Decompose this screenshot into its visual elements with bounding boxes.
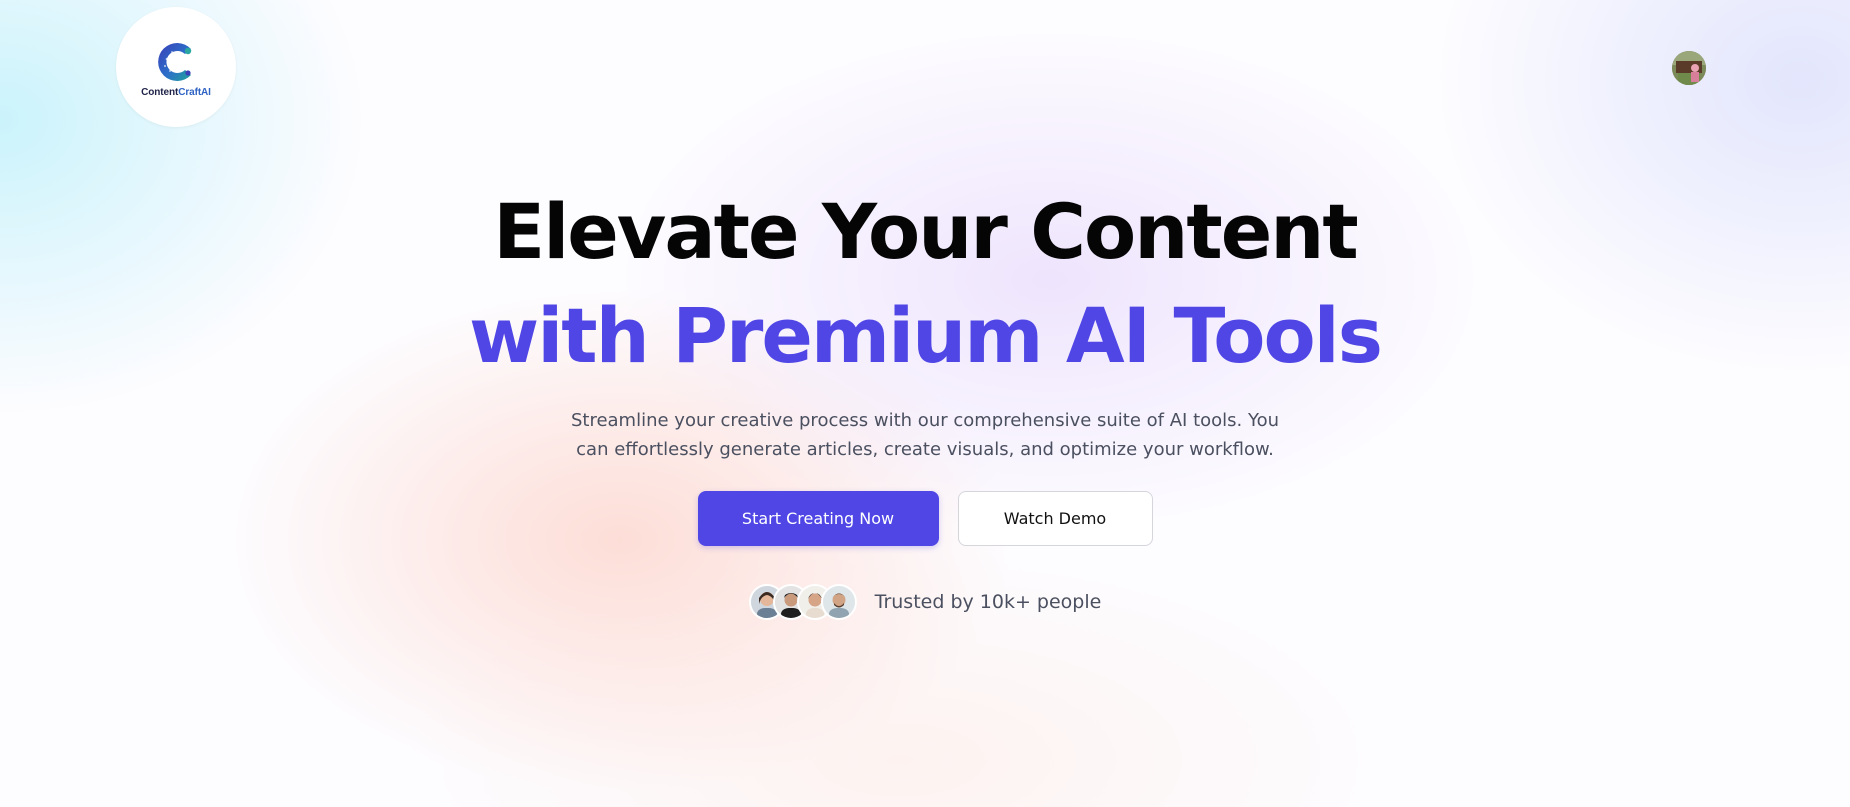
user-avatar-icon[interactable] [1672, 51, 1706, 85]
brand-logo[interactable]: ContentCraftAI [116, 7, 236, 127]
headline-line-2: with Premium AI Tools [469, 291, 1383, 380]
person-avatar-icon [820, 584, 857, 620]
landing-page: ContentCraftAI Elevate Your Content with… [0, 0, 1850, 807]
letter-c-logo-icon [158, 42, 192, 81]
hero-subtext: Streamline your creative process with ou… [570, 410, 1280, 460]
avatar-image [1672, 51, 1706, 85]
start-creating-button[interactable]: Start Creating Now [697, 491, 939, 546]
hero-buttons: Start Creating Now Watch Demo [0, 491, 1850, 546]
watch-demo-button[interactable]: Watch Demo [957, 491, 1153, 546]
brand-name: ContentCraftAI [141, 86, 211, 98]
headline-line-1: Elevate Your Content [493, 187, 1358, 276]
trusted-avatars [748, 584, 857, 620]
trusted-by-section: Trusted by 10k+ people [0, 584, 1850, 620]
trusted-by-text: Trusted by 10k+ people [874, 591, 1102, 613]
hero-section: Elevate Your Content with Premium AI Too… [0, 180, 1850, 620]
